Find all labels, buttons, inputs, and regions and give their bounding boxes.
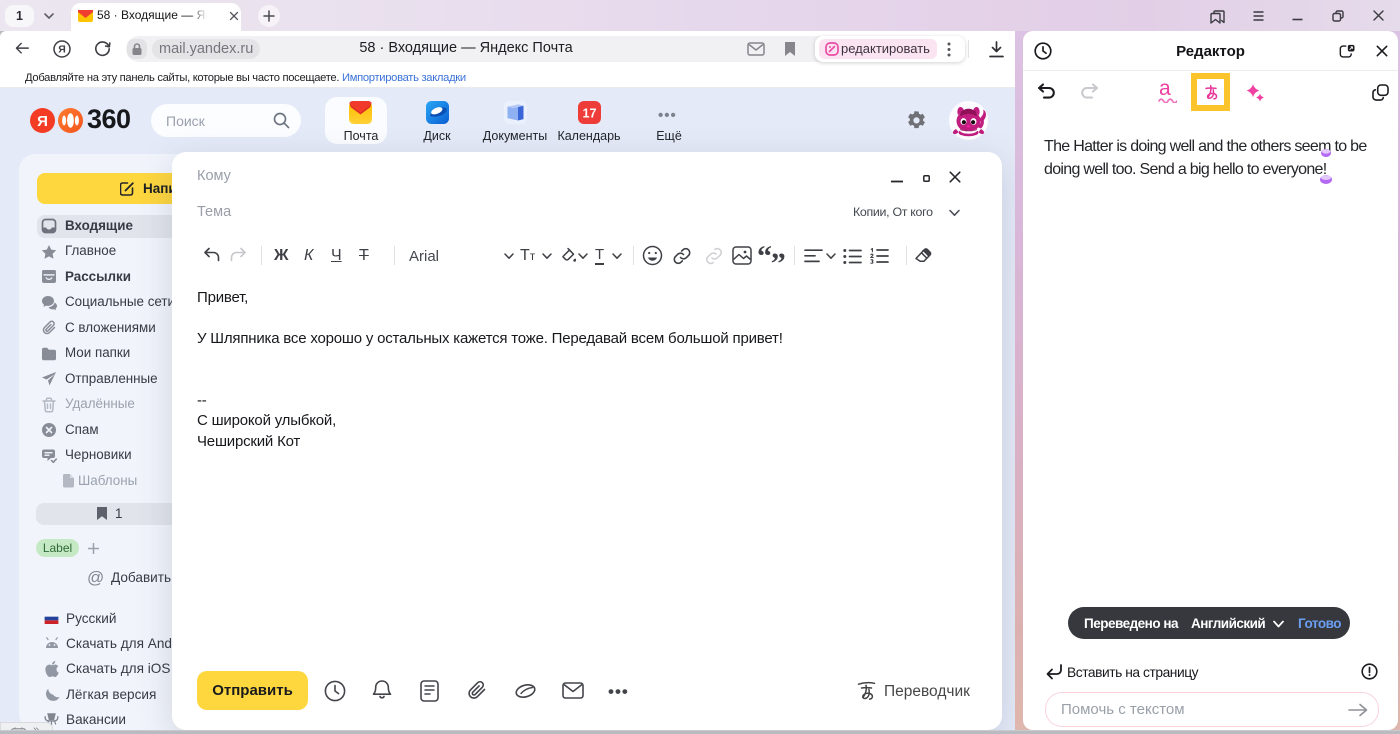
svg-text:Я: Я	[37, 113, 48, 130]
svg-text:17: 17	[583, 107, 597, 121]
svg-text:Я: Я	[58, 44, 66, 56]
